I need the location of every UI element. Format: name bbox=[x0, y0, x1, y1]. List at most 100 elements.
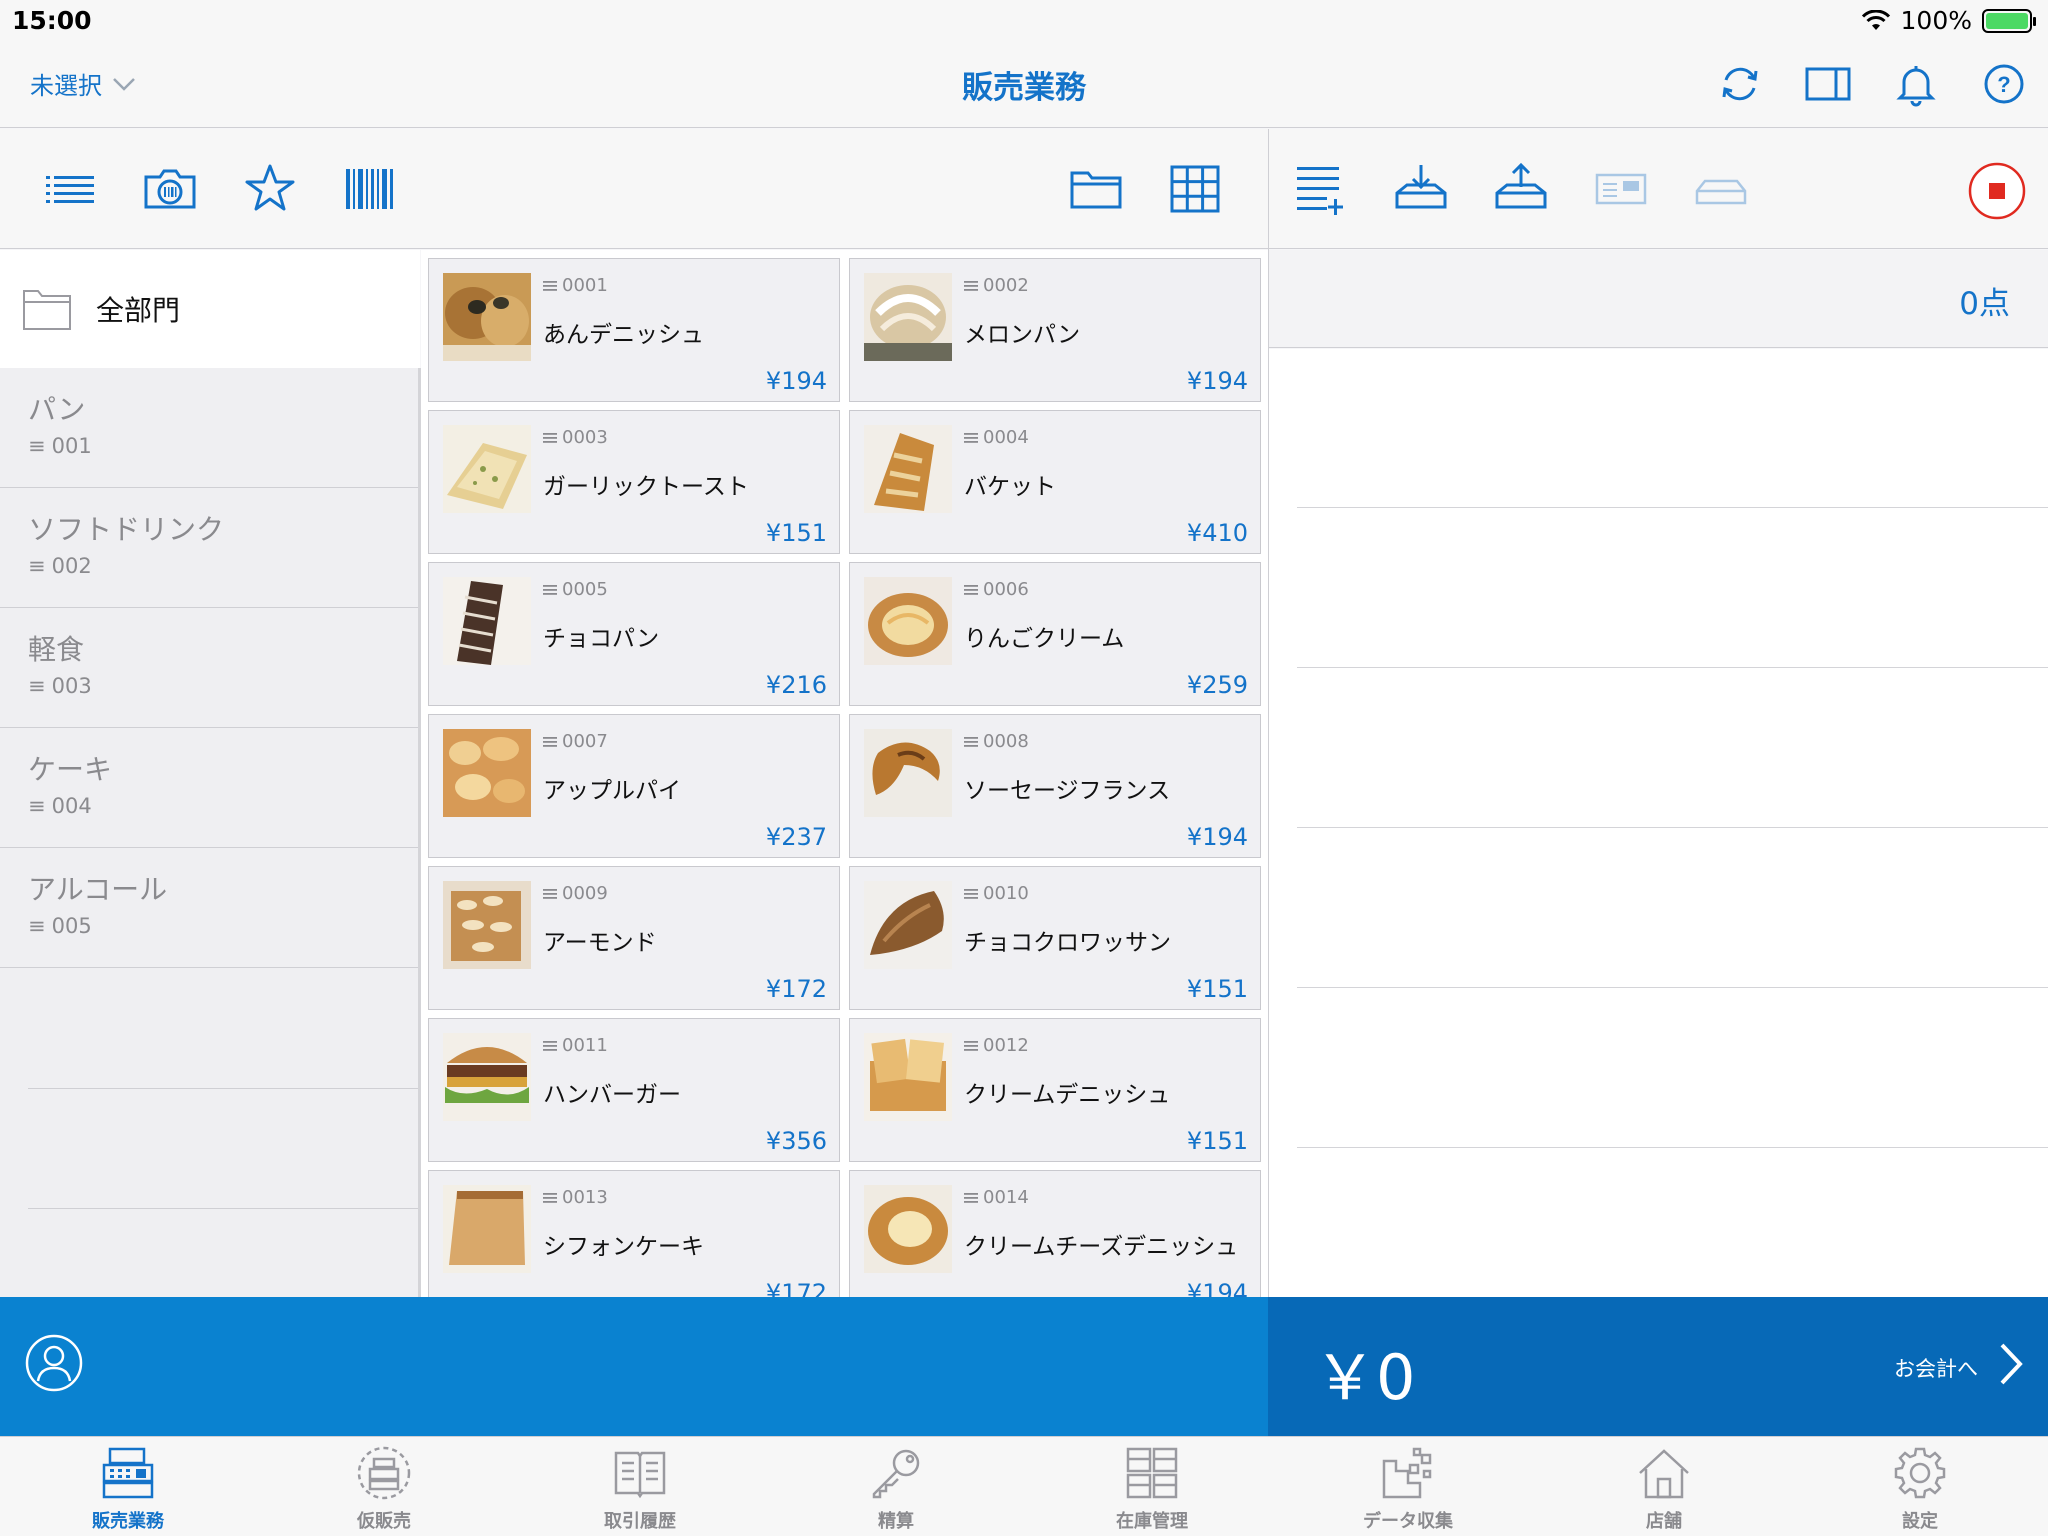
product-price: ¥172 bbox=[765, 975, 827, 1003]
product-tile[interactable]: 0002 メロンパン ¥194 bbox=[849, 258, 1261, 402]
product-image bbox=[443, 729, 531, 817]
store-icon bbox=[1636, 1445, 1692, 1501]
customer-bar[interactable] bbox=[0, 1297, 1268, 1436]
total-bar[interactable]: ￥0 お会計へ bbox=[1268, 1297, 2048, 1436]
tab-store[interactable]: 店舗 bbox=[1536, 1437, 1792, 1536]
receipt-disabled-icon bbox=[1593, 161, 1649, 217]
cart-toolbar bbox=[1269, 129, 2048, 249]
department-list: パン ≡ 001 ソフトドリンク ≡ 002 軽食 ≡ 003 ケーキ ≡ 004 アル… bbox=[0, 250, 420, 1297]
department-item[interactable]: ケーキ ≡ 004 bbox=[0, 728, 420, 848]
product-name: ハンバーガー bbox=[543, 1082, 681, 1108]
department-item[interactable]: アルコール ≡ 005 bbox=[0, 848, 420, 968]
product-price: ¥151 bbox=[765, 519, 827, 547]
split-view-icon[interactable] bbox=[1804, 60, 1852, 108]
product-tile[interactable]: 0007 アップルパイ ¥237 bbox=[428, 714, 840, 858]
product-tile[interactable]: 0009 アーモンド ¥172 bbox=[428, 866, 840, 1010]
history-icon bbox=[612, 1445, 668, 1501]
list-divider bbox=[28, 1088, 420, 1089]
wifi-icon bbox=[1861, 9, 1891, 32]
bell-icon[interactable] bbox=[1892, 60, 1940, 108]
code-icon bbox=[964, 1040, 978, 1051]
list-divider bbox=[28, 1208, 420, 1209]
product-tile[interactable]: 0004 バケット ¥410 bbox=[849, 410, 1261, 554]
cart-row-divider bbox=[1297, 987, 2048, 988]
code-icon: ≡ bbox=[28, 554, 46, 578]
product-price: ¥194 bbox=[1186, 823, 1248, 851]
code-icon: ≡ bbox=[28, 434, 46, 458]
code-icon bbox=[964, 584, 978, 595]
code-icon bbox=[964, 432, 978, 443]
department-item[interactable]: ソフトドリンク ≡ 002 bbox=[0, 488, 420, 608]
product-image bbox=[443, 1033, 531, 1121]
product-price: ¥194 bbox=[765, 367, 827, 395]
code-icon bbox=[964, 736, 978, 747]
product-price: ¥216 bbox=[765, 671, 827, 699]
tray-upload-icon[interactable] bbox=[1493, 161, 1549, 217]
product-tile[interactable]: 0014 クリームチーズデニッシュ ¥194 bbox=[849, 1170, 1261, 1297]
product-tile[interactable]: 0003 ガーリックトースト ¥151 bbox=[428, 410, 840, 554]
product-tile[interactable]: 0011 ハンバーガー ¥356 bbox=[428, 1018, 840, 1162]
department-item[interactable]: 軽食 ≡ 003 bbox=[0, 608, 420, 728]
gear-icon bbox=[1892, 1445, 1948, 1501]
code-icon bbox=[543, 1192, 557, 1203]
inventory-icon bbox=[1124, 1445, 1180, 1501]
product-image bbox=[864, 1185, 952, 1273]
product-name: りんごクリーム bbox=[964, 626, 1125, 652]
cart-row-divider bbox=[1297, 507, 2048, 508]
folder-icon[interactable] bbox=[1068, 161, 1124, 217]
tab-history[interactable]: 取引履歴 bbox=[512, 1437, 768, 1536]
help-icon[interactable]: ? bbox=[1980, 60, 2028, 108]
cart-row-divider bbox=[1297, 827, 2048, 828]
chevron-right-icon[interactable] bbox=[1996, 1341, 2026, 1387]
product-tile[interactable]: 0013 シフォンケーキ ¥172 bbox=[428, 1170, 840, 1297]
register-icon bbox=[100, 1445, 156, 1501]
department-item[interactable]: パン ≡ 001 bbox=[0, 368, 420, 488]
product-name: クリームチーズデニッシュ bbox=[964, 1234, 1239, 1260]
product-price: ¥259 bbox=[1186, 671, 1248, 699]
product-price: ¥410 bbox=[1186, 519, 1248, 547]
product-tile[interactable]: 0010 チョコクロワッサン ¥151 bbox=[849, 866, 1261, 1010]
code-icon: ≡ bbox=[28, 674, 46, 698]
sync-icon[interactable] bbox=[1716, 60, 1764, 108]
product-image bbox=[864, 881, 952, 969]
tab-settlement[interactable]: 精算 bbox=[768, 1437, 1024, 1536]
product-tile[interactable]: 0012 クリームデニッシュ ¥151 bbox=[849, 1018, 1261, 1162]
data-collect-icon bbox=[1380, 1445, 1436, 1501]
product-name: バケット bbox=[964, 474, 1056, 500]
list-view-icon[interactable] bbox=[42, 161, 98, 217]
product-name: アーモンド bbox=[543, 930, 657, 956]
tab-inventory[interactable]: 在庫管理 bbox=[1024, 1437, 1280, 1536]
tab-sales[interactable]: 販売業務 bbox=[0, 1437, 256, 1536]
star-favorites-icon[interactable] bbox=[242, 161, 298, 217]
total-amount: ￥0 bbox=[1314, 1341, 1416, 1414]
tray-download-icon[interactable] bbox=[1393, 161, 1449, 217]
tab-temp-sale[interactable]: 仮販売 bbox=[256, 1437, 512, 1536]
code-icon bbox=[543, 888, 557, 899]
grid-view-icon[interactable] bbox=[1168, 161, 1224, 217]
nav-bar: 未選択 販売業務 ? bbox=[0, 40, 2048, 128]
code-icon bbox=[543, 1040, 557, 1051]
product-tile[interactable]: 0008 ソーセージフランス ¥194 bbox=[849, 714, 1261, 858]
tab-settings[interactable]: 設定 bbox=[1792, 1437, 2048, 1536]
status-bar: 15:00 100% bbox=[0, 0, 2048, 40]
svg-text:?: ? bbox=[1997, 72, 2010, 97]
code-icon bbox=[964, 888, 978, 899]
code-icon bbox=[964, 280, 978, 291]
product-tile[interactable]: 0006 りんごクリーム ¥259 bbox=[849, 562, 1261, 706]
product-tile[interactable]: 0001 あんデニッシュ ¥194 bbox=[428, 258, 840, 402]
product-name: クリームデニッシュ bbox=[964, 1082, 1171, 1108]
add-line-icon[interactable] bbox=[1293, 161, 1349, 217]
camera-scan-icon[interactable] bbox=[142, 161, 198, 217]
tab-bar: 販売業務 仮販売 取引履歴 精算 在庫管理 データ収集 店舗 設定 bbox=[0, 1436, 2048, 1536]
product-price: ¥237 bbox=[765, 823, 827, 851]
barcode-icon[interactable] bbox=[342, 161, 398, 217]
code-icon: ≡ bbox=[28, 914, 46, 938]
product-name: ソーセージフランス bbox=[964, 778, 1171, 804]
battery-percent: 100% bbox=[1900, 6, 1972, 35]
code-icon: ≡ bbox=[28, 794, 46, 818]
customer-icon[interactable] bbox=[24, 1333, 84, 1393]
department-all[interactable]: 全部門 bbox=[0, 250, 420, 368]
stop-button[interactable] bbox=[1967, 161, 2026, 220]
tab-data-collection[interactable]: データ収集 bbox=[1280, 1437, 1536, 1536]
product-tile[interactable]: 0005 チョコパン ¥216 bbox=[428, 562, 840, 706]
